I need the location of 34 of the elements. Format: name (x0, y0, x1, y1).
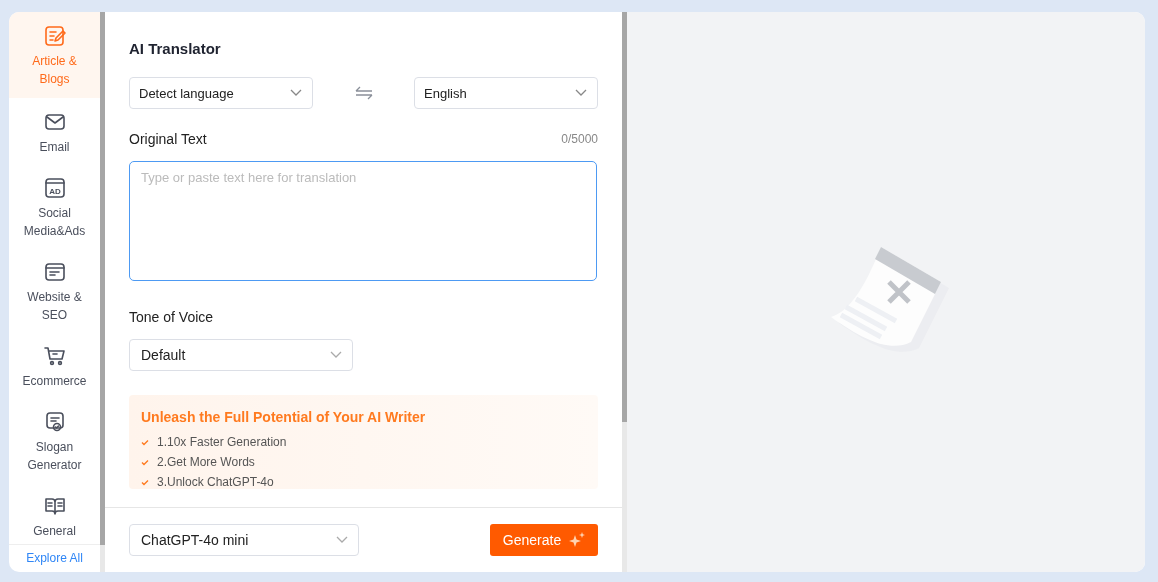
check-icon (141, 478, 149, 486)
character-counter: 0/5000 (561, 132, 598, 146)
check-icon (141, 458, 149, 466)
sidebar-item[interactable]: General (9, 482, 100, 544)
sidebar-item[interactable]: Ecommerce (9, 332, 100, 398)
scrollbar[interactable] (622, 12, 627, 572)
check-icon (141, 438, 149, 446)
tone-select[interactable]: Default (129, 339, 353, 371)
page-title: AI Translator (129, 40, 222, 57)
promo-title: Unleash the Full Potential of Your AI Writer (141, 409, 427, 425)
chevron-down-icon (336, 536, 348, 544)
sparkle-icon (569, 532, 586, 548)
source-language-select[interactable]: Detect language (129, 77, 313, 109)
promo-item: 1.10x Faster Generation (157, 435, 287, 449)
promo-item: 3.Unlock ChatGPT-4o (157, 475, 274, 489)
text-input[interactable]: Type or paste text here for translation (129, 161, 597, 281)
cart-icon (42, 344, 67, 368)
browser-icon (42, 260, 67, 284)
field-label: Original Text (129, 131, 207, 147)
swap-icon[interactable] (354, 86, 373, 100)
promo-item: 2.Get More Words (157, 455, 255, 469)
chevron-down-icon (290, 89, 302, 97)
sidebar-item[interactable]: Slogan Generator (9, 398, 100, 482)
chevron-down-icon (330, 351, 342, 359)
scrollbar[interactable] (100, 12, 105, 572)
ad-icon: AD (42, 176, 67, 200)
sidebar-item[interactable]: Website & SEO (9, 248, 100, 332)
model-select[interactable]: ChatGPT-4o mini (129, 524, 359, 556)
sidebar-item[interactable]: Email (9, 98, 100, 164)
sidebar-item[interactable]: AD Social Media&Ads (9, 164, 100, 248)
chevron-down-icon (575, 89, 587, 97)
field-label: Tone of Voice (129, 309, 215, 325)
edit-document-icon (42, 24, 67, 48)
target-language-select[interactable]: English (414, 77, 598, 109)
